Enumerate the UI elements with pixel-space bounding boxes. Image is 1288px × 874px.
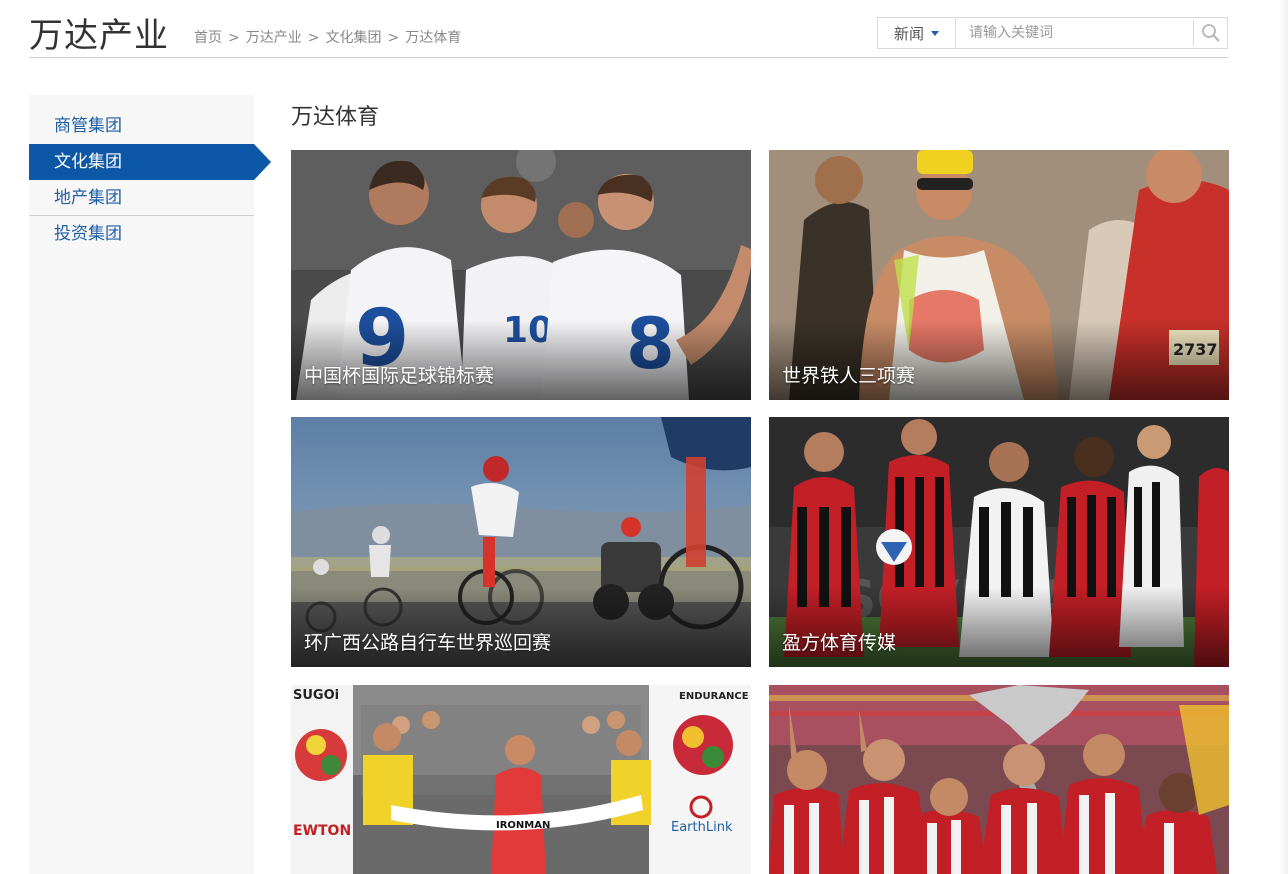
card-caption: 世界铁人三项赛 [782, 365, 916, 387]
sidebar: 商管集团 文化集团 地产集团 投资集团 [29, 95, 271, 874]
sidebar-item-commercial[interactable]: 商管集团 [29, 108, 254, 144]
card-trophy-celebration[interactable] [769, 685, 1229, 874]
svg-text:IRONMAN: IRONMAN [496, 820, 550, 831]
svg-text:SUGOi: SUGOi [293, 688, 339, 703]
search-input[interactable] [957, 18, 1193, 48]
search-category-dropdown[interactable]: 新闻 [878, 18, 956, 48]
sidebar-item-label: 地产集团 [54, 188, 122, 208]
sidebar-item-investment[interactable]: 投资集团 [29, 216, 254, 252]
svg-text:ENDURANCE: ENDURANCE [679, 691, 749, 702]
breadcrumb-current: 万达体育 [405, 30, 462, 46]
sidebar-item-real-estate[interactable]: 地产集团 [29, 180, 254, 216]
section-title: 万达体育 [291, 105, 380, 130]
card-ironman[interactable]: 2737 世界铁人三项赛 [769, 150, 1229, 400]
caption-shade [769, 320, 1229, 400]
card-triathlon-finish[interactable]: SUGOi EWTON ENDURANCE EarthLink IRONMAN [291, 685, 751, 874]
svg-text:EarthLink: EarthLink [671, 820, 733, 835]
search-icon [1201, 24, 1220, 42]
sidebar-item-label: 文化集团 [54, 152, 122, 172]
breadcrumb-culture-group[interactable]: 文化集团 [325, 30, 381, 46]
breadcrumb-separator: > [387, 30, 400, 46]
card-caption: 盈方体育传媒 [782, 632, 897, 654]
sidebar-item-label: 投资集团 [54, 224, 122, 244]
site-header: 万达产业 首页 > 万达产业 > 文化集团 > 万达体育 新闻 [29, 0, 1228, 58]
trophy-celebration-photo [769, 685, 1229, 874]
breadcrumb: 首页 > 万达产业 > 文化集团 > 万达体育 [194, 27, 461, 47]
card-infront-sports[interactable]: SOVERALL 盈方体育传媒 [769, 417, 1229, 667]
caption-shade [291, 587, 751, 667]
card-china-cup[interactable]: 9 10 8 中国杯国际足球锦标赛 [291, 150, 751, 400]
card-caption: 中国杯国际足球锦标赛 [304, 365, 495, 387]
site-title: 万达产业 [29, 16, 169, 56]
sidebar-item-culture[interactable]: 文化集团 [29, 144, 271, 180]
sidebar-item-label: 商管集团 [54, 116, 122, 136]
caption-shade [291, 320, 751, 400]
search-box: 新闻 [877, 17, 1228, 49]
caption-shade [769, 587, 1229, 667]
triathlon-finish-photo: SUGOi EWTON ENDURANCE EarthLink IRONMAN [291, 685, 751, 874]
breadcrumb-wanda-industry[interactable]: 万达产业 [246, 30, 302, 46]
breadcrumb-separator: > [228, 30, 240, 46]
card-caption: 环广西公路自行车世界巡回赛 [304, 632, 552, 654]
card-tour-of-guangxi[interactable]: 环广西公路自行车世界巡回赛 [291, 417, 751, 667]
breadcrumb-home[interactable]: 首页 [194, 30, 222, 46]
svg-text:EWTON: EWTON [293, 823, 351, 839]
window-edge [1279, 0, 1288, 874]
search-category-label: 新闻 [893, 24, 924, 43]
caret-down-icon [931, 30, 939, 36]
breadcrumb-separator: > [307, 30, 320, 46]
search-button[interactable] [1193, 20, 1227, 46]
